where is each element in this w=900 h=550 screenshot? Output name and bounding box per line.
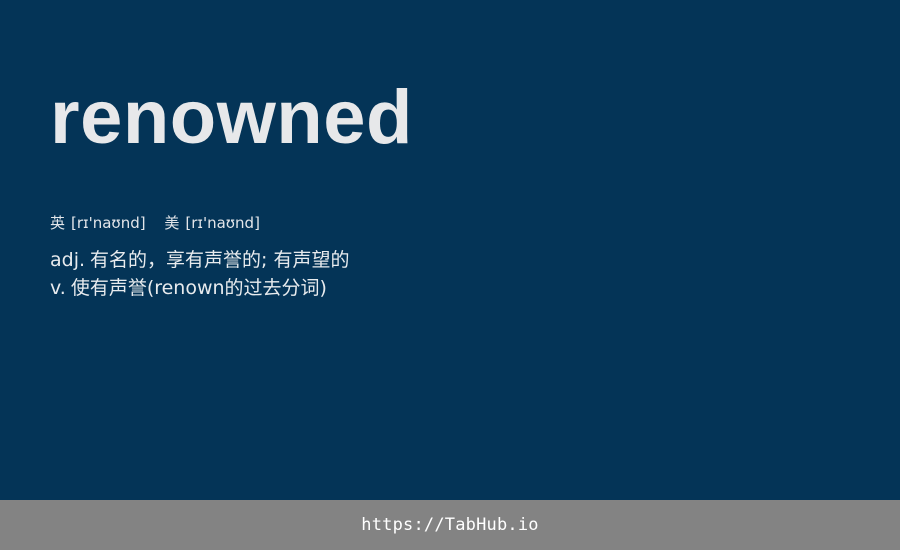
phonetic-uk-label: 英 [50, 214, 66, 232]
headword: renowned [50, 75, 413, 160]
phonetic-uk-ipa: [rɪ'naʊnd] [71, 214, 146, 232]
tabhub-link[interactable]: https://TabHub.io [361, 515, 538, 535]
phonetic-us-ipa: [rɪ'naʊnd] [185, 214, 260, 232]
definitions: adj. 有名的，享有声誉的; 有声望的 v. 使有声誉(renown的过去分词) [50, 246, 349, 302]
phonetic-us: 美 [rɪ'naʊnd] [164, 214, 260, 232]
definition-adj-meaning: 有名的，享有声誉的; 有声望的 [90, 249, 350, 271]
definition-verb: v. 使有声誉(renown的过去分词) [50, 274, 349, 302]
phonetic-us-label: 美 [164, 214, 180, 232]
definition-adj: adj. 有名的，享有声誉的; 有声望的 [50, 246, 349, 274]
definition-verb-meaning: 使有声誉(renown的过去分词) [70, 277, 327, 299]
definition-verb-pos: v. [50, 277, 66, 299]
definition-adj-pos: adj. [50, 249, 86, 271]
phonetics: 英 [rɪ'naʊnd] 美 [rɪ'naʊnd] [50, 212, 260, 234]
phonetic-uk: 英 [rɪ'naʊnd] [50, 214, 150, 232]
footer-bar: https://TabHub.io [0, 500, 900, 550]
word-card: renowned 英 [rɪ'naʊnd] 美 [rɪ'naʊnd] adj. 有名的… [0, 0, 900, 500]
